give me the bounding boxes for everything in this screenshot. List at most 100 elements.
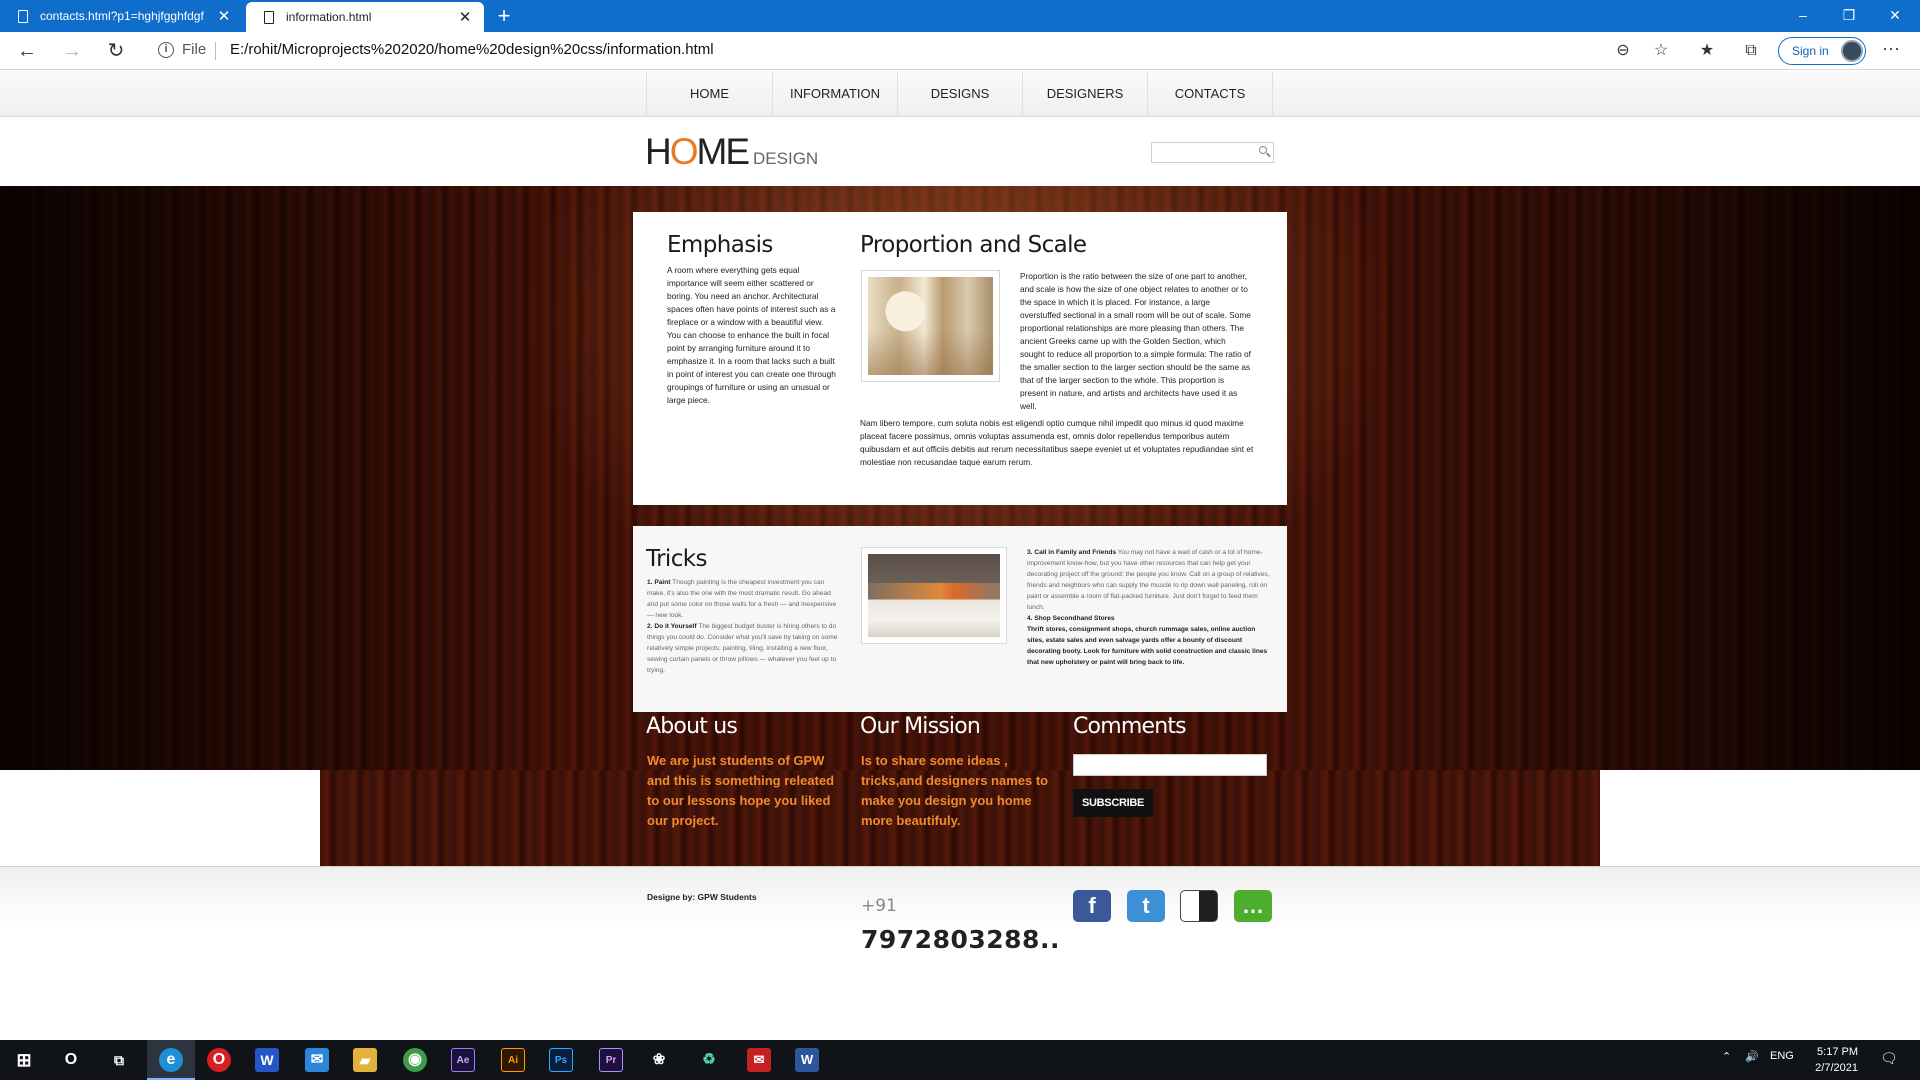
about-title: About us [646,714,738,739]
trick-2-text: The biggest budget buster is hiring othe… [647,623,838,674]
refresh-button[interactable]: ↻ [101,37,131,65]
search-input[interactable] [1151,142,1274,163]
language-indicator[interactable]: ENG [1770,1050,1794,1062]
site-header: HOME DESIGN [0,117,1920,186]
url-divider [215,42,216,60]
trick-3-text: You may not have a wad of cash or a lot … [1027,549,1270,611]
about-text: We are just students of GPW and this is … [647,753,835,828]
nav-designs[interactable]: DESIGNS [898,71,1023,117]
trick-4-heading: 4. Shop Secondhand Stores [1027,615,1115,622]
twitter-icon[interactable]: t [1127,890,1165,922]
recycle-app-icon[interactable]: ♻ [697,1048,721,1072]
window-close-button[interactable]: ✕ [1872,0,1918,32]
windows-taskbar: ⊞ O ⧉ e O W ✉ ▰ ◉ Ae Ai Ps Pr ❀ ♻ ✉ W ⌃ … [0,1040,1920,1080]
trick-4-text: Thrift stores, consignment shops, church… [1027,626,1268,666]
page-margin-left [0,770,320,866]
collections-icon[interactable]: ⧉ [1740,40,1762,62]
tab-information[interactable]: information.html ✕ [246,2,484,32]
opera-icon[interactable]: O [207,1048,231,1072]
close-icon[interactable]: ✕ [456,8,474,26]
restore-button[interactable]: ❐ [1826,0,1872,32]
new-tab-button[interactable]: + [492,4,516,28]
page-icon [18,9,28,23]
logo-text-o: O [669,131,699,172]
mission-text: Is to share some ideas , tricks,and desi… [861,753,1049,828]
cortana-icon[interactable]: O [59,1048,83,1072]
sign-in-button[interactable]: Sign in [1778,37,1866,65]
illustrator-icon[interactable]: Ai [501,1048,525,1072]
notifications-icon[interactable]: 🗨 [1880,1050,1898,1067]
url-scheme-label: File [182,41,207,58]
favorites-icon[interactable]: ★ [1696,40,1718,62]
minimize-button[interactable]: – [1780,0,1826,32]
chrome-icon[interactable]: ◉ [403,1048,427,1072]
edge-icon[interactable]: e [159,1048,183,1072]
logo-text-h: H [645,131,672,172]
photoshop-icon[interactable]: Ps [549,1048,573,1072]
site-nav: HOME INFORMATION DESIGNS DESIGNERS CONTA… [0,71,1920,117]
search-icon[interactable] [1259,146,1267,154]
forward-button[interactable]: → [57,37,87,65]
trick-1-text: Though painting is the cheapest investme… [647,579,837,619]
trick-3-heading: 3. Call in Family and Friends [1027,549,1117,556]
site-logo[interactable]: HOME DESIGN [645,131,818,173]
chat-icon[interactable]: … [1234,890,1272,922]
clock-time: 5:17 PM [1817,1046,1858,1058]
trick-2-heading: 2. Do it Yourself [647,623,697,630]
sign-in-label: Sign in [1792,44,1829,58]
more-menu-button[interactable]: ··· [1882,38,1900,59]
file-explorer-icon[interactable]: ▰ [353,1048,377,1072]
nav-home[interactable]: HOME [646,71,773,117]
page-icon [264,10,274,24]
clock-date: 2/7/2021 [1815,1062,1858,1074]
delicious-icon[interactable] [1180,890,1218,922]
browser-tab-strip: contacts.html?p1=hghjfgghfdgf ✕ informat… [0,0,1920,32]
proportion-title: Proportion and Scale [860,232,1087,258]
comment-input[interactable] [1073,754,1267,776]
sofa-image [861,547,1007,644]
trick-1-heading: 1. Paint [647,579,671,586]
nav-information[interactable]: INFORMATION [773,71,898,117]
mail-icon[interactable]: ✉ [305,1048,329,1072]
volume-icon[interactable]: 🔊 [1745,1050,1759,1063]
emphasis-text: A room where everything gets equal impor… [667,265,836,405]
phone-number: 7972803288.. [861,925,1060,954]
facebook-icon[interactable]: f [1073,890,1111,922]
after-effects-icon[interactable]: Ae [451,1048,475,1072]
nav-designers[interactable]: DESIGNERS [1023,71,1148,117]
emphasis-title: Emphasis [667,232,773,258]
chevron-up-icon[interactable]: ⌃ [1722,1050,1731,1063]
address-bar: ← → ↻ i File E:/rohit/Microprojects%2020… [0,32,1920,70]
subscribe-button[interactable]: SUBSCRIBE [1073,789,1153,817]
tricks-text-right: 3. Call in Family and Friends You may no… [1027,547,1273,668]
tricks-text-left: 1. Paint Though painting is the cheapest… [647,577,840,676]
page-margin-right [1600,770,1920,866]
tab-title: contacts.html?p1=hghjfgghfdgf [40,9,204,23]
w-app-icon[interactable]: W [255,1048,279,1072]
mission-title: Our Mission [860,714,981,739]
task-view-icon[interactable]: ⧉ [107,1048,131,1072]
phone-prefix: +91 [861,896,897,916]
logo-subtext: DESIGN [753,149,819,168]
info-icon[interactable]: i [158,42,174,58]
word-icon[interactable]: W [795,1048,819,1072]
proportion-text: Proportion is the ratio between the size… [1020,271,1251,411]
clock[interactable]: 5:17 PM 2/7/2021 [1796,1044,1858,1076]
windows-start-icon[interactable]: ⊞ [12,1048,36,1072]
logo-text-me: ME [696,131,750,172]
close-icon[interactable]: ✕ [215,7,233,25]
flower-app-icon[interactable]: ❀ [647,1048,671,1072]
zoom-out-icon[interactable]: ⊖ [1612,40,1634,62]
living-room-image [861,270,1000,382]
comments-title: Comments [1073,714,1187,739]
nav-contacts[interactable]: CONTACTS [1148,71,1273,117]
url-input[interactable]: E:/rohit/Microprojects%202020/home%20des… [230,41,714,58]
back-button[interactable]: ← [12,37,42,65]
add-favorite-icon[interactable]: ☆ [1650,40,1672,62]
credit-text: Designe by: GPW Students [647,892,757,902]
tricks-title: Tricks [646,546,707,572]
red-app-icon[interactable]: ✉ [747,1048,771,1072]
avatar [1841,40,1863,62]
premiere-icon[interactable]: Pr [599,1048,623,1072]
tab-contacts[interactable]: contacts.html?p1=hghjfgghfdgf ✕ [0,0,243,32]
